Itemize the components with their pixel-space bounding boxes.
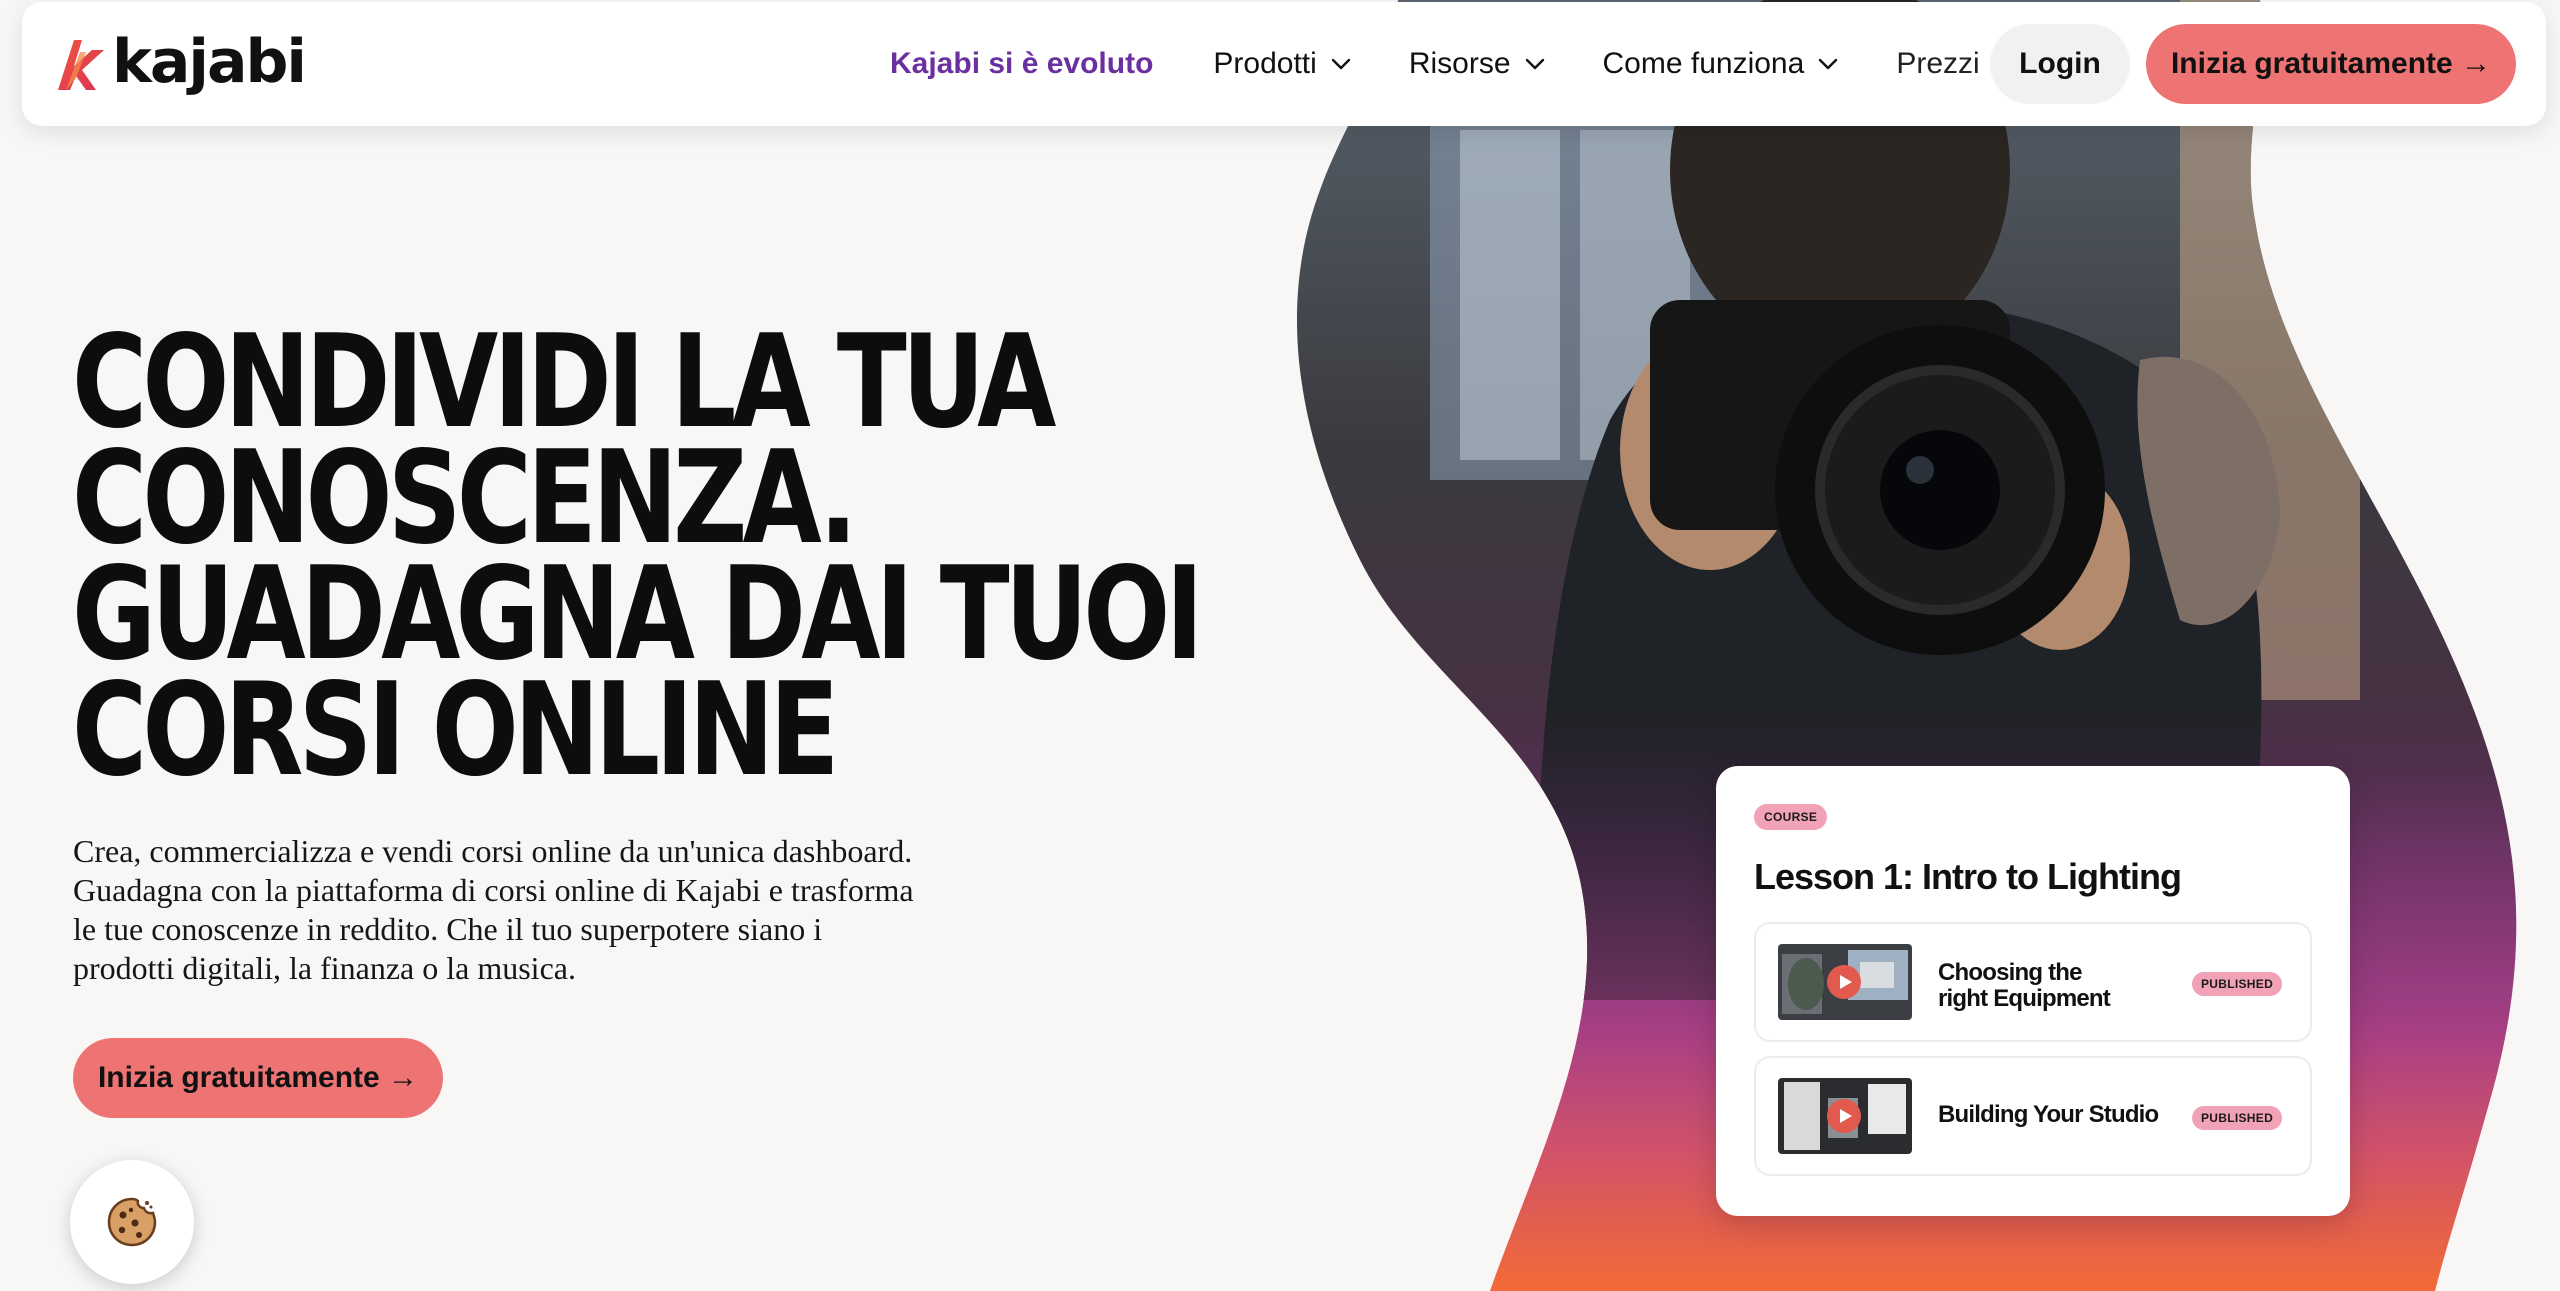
play-icon [1827, 1099, 1861, 1133]
nav-link-label: Risorse [1408, 47, 1511, 80]
nav-link-label: Prezzi [1896, 47, 1980, 80]
course-card-title: Lesson 1: Intro to Lighting [1754, 856, 2182, 897]
logo-wordmark: kajabi [112, 27, 307, 97]
cookie-icon [107, 1197, 157, 1247]
subtext-line: Crea, commercializza e vendi corsi onlin… [73, 833, 913, 869]
nav-link-label: Prodotti [1213, 47, 1317, 80]
lesson-item[interactable]: Choosing the right Equipment PUBLISHED [1754, 922, 2312, 1042]
play-icon [1827, 965, 1861, 999]
lesson-thumbnail [1778, 1078, 1912, 1154]
kajabi-k-logo-icon [58, 40, 104, 90]
nav-link-label: Kajabi si è evoluto [890, 47, 1154, 80]
cookie-settings-button[interactable] [70, 1160, 194, 1284]
login-button[interactable]: Login [1990, 24, 2130, 104]
start-free-button-nav[interactable]: Inizia gratuitamente → [2146, 24, 2516, 104]
nav-links: Kajabi si è evoluto Prodotti Risorse Com… [890, 2, 1980, 126]
nav-link-label: Come funziona [1602, 47, 1805, 80]
nav-link-prodotti[interactable]: Prodotti [1213, 47, 1351, 81]
lesson-item[interactable]: Building Your Studio PUBLISHED [1754, 1056, 2312, 1176]
start-free-button-hero[interactable]: Inizia gratuitamente → [73, 1038, 443, 1118]
lesson-title: Building Your Studio [1938, 1101, 2159, 1128]
nav-link-come-funziona[interactable]: Come funziona [1603, 47, 1839, 81]
nav-link-prezzi[interactable]: Prezzi [1896, 47, 1979, 81]
hero-headline: CONDIVIDI LA TUA CONOSCENZA. GUADAGNA DA… [72, 319, 1204, 805]
course-card: COURSE Lesson 1: Intro to Lighting Choos… [1716, 766, 2350, 1216]
kajabi-logo[interactable]: kajabi [52, 27, 307, 97]
nav-link-risorse[interactable]: Risorse [1409, 47, 1545, 81]
published-badge: PUBLISHED [2192, 1106, 2283, 1130]
hero-subtext: Crea, commercializza e vendi corsi onlin… [73, 832, 1073, 988]
nav-link-kajabi-evolved[interactable]: Kajabi si è evoluto [890, 47, 1153, 81]
lesson-thumbnail [1778, 944, 1912, 1020]
chevron-down-icon [1331, 58, 1351, 70]
subtext-line: le tue conoscenze in reddito. Che il tuo… [73, 911, 823, 947]
top-navbar: kajabi Kajabi si è evoluto Prodotti Riso… [22, 2, 2546, 126]
subtext-line: Guadagna con la piattaforma di corsi onl… [73, 872, 914, 908]
lesson-title: Choosing the right Equipment [1938, 960, 2138, 1012]
course-badge: COURSE [1754, 804, 1828, 830]
lesson-title-line: Choosing the [1938, 959, 2083, 986]
lesson-title-line: right Equipment [1938, 985, 2111, 1012]
chevron-down-icon [1819, 58, 1838, 70]
published-badge: PUBLISHED [2192, 972, 2283, 996]
headline-line: CORSI ONLINE [72, 656, 840, 805]
chevron-down-icon [1525, 58, 1544, 70]
subtext-line: prodotti digitali, la finanza o la music… [73, 950, 576, 986]
